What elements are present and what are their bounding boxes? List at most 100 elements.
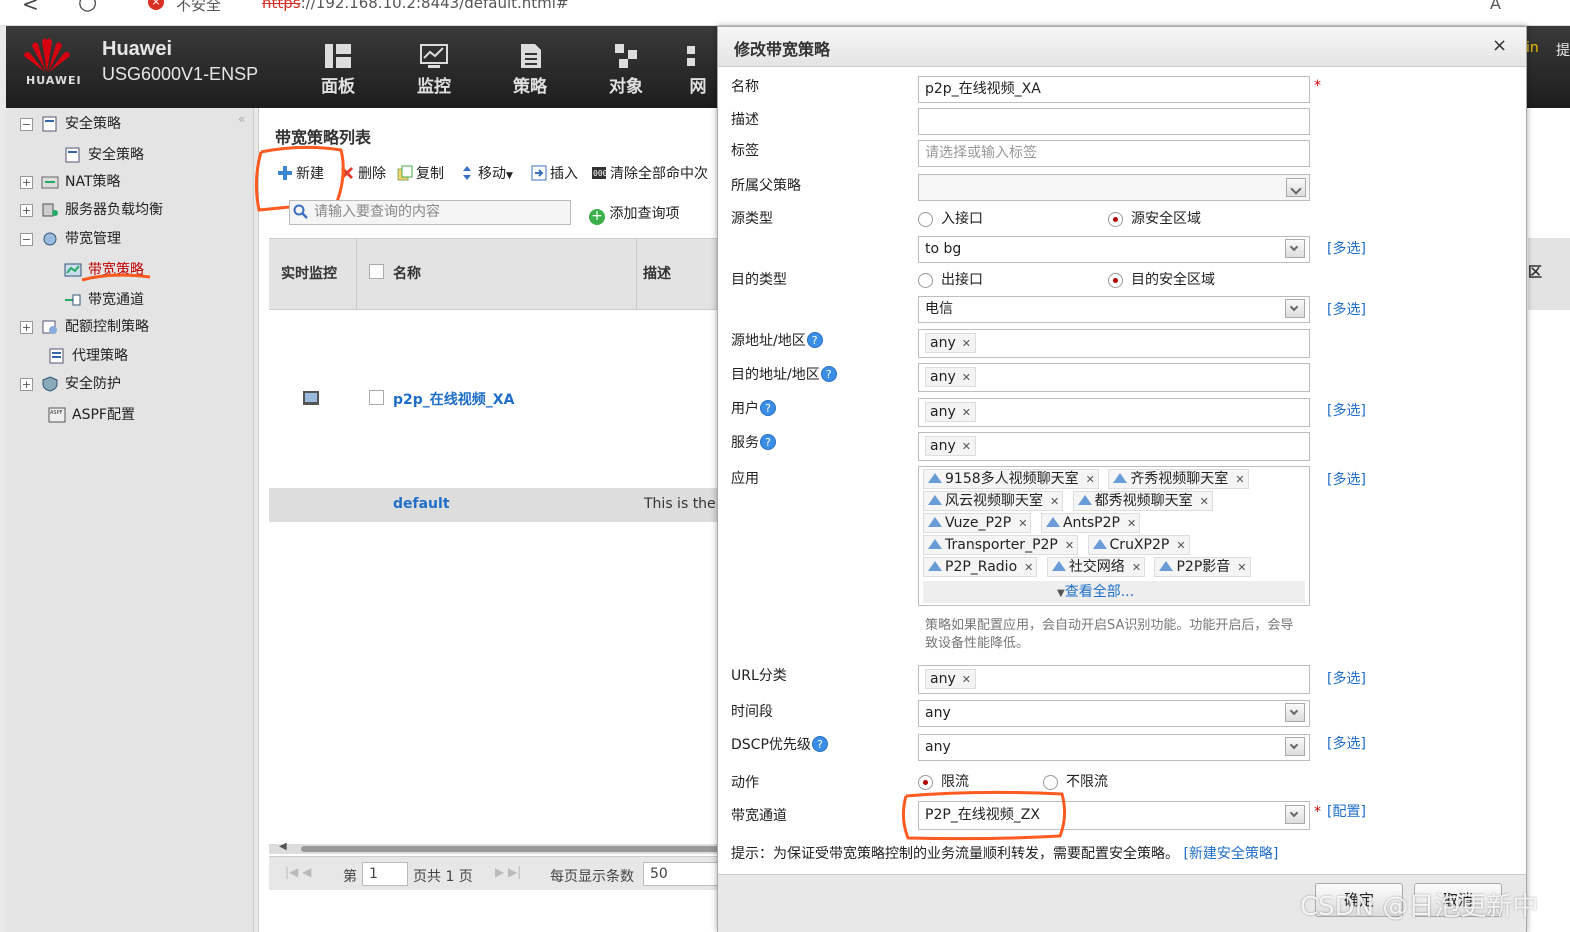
insert-button[interactable]: 插入 <box>531 163 578 185</box>
table-row[interactable]: default This is the <box>269 488 729 522</box>
nav-dashboard[interactable]: 面板 <box>302 42 374 97</box>
remove-icon[interactable]: ✕ <box>962 406 971 419</box>
remove-icon[interactable]: ✕ <box>1024 561 1033 574</box>
user-fragment[interactable]: in <box>1526 40 1539 56</box>
time-range-select[interactable]: any <box>918 700 1310 727</box>
chevron-down-icon[interactable] <box>1286 178 1306 197</box>
clear-hits-button[interactable]: 000 清除全部命中次 <box>591 163 719 185</box>
radio-icon[interactable] <box>918 211 933 227</box>
next-page-icon[interactable]: ▶ ▶| <box>495 865 521 879</box>
bandwidth-channel-select[interactable]: P2P_在线视频_ZX <box>918 801 1310 830</box>
radio-selected-icon[interactable] <box>918 774 933 790</box>
row-checkbox[interactable] <box>369 390 384 405</box>
sidebar-item-aspf[interactable]: ASPF ASPF配置 <box>48 403 135 427</box>
sidebar-item-security-policy[interactable]: − 安全策略 <box>20 112 121 136</box>
search-input[interactable]: 请输入要查询的内容 <box>289 200 571 225</box>
dst-addr-field[interactable]: any ✕ <box>918 363 1310 392</box>
config-link[interactable]: [配置] <box>1327 801 1366 821</box>
radio-no-limit[interactable]: 不限流 <box>1043 771 1108 791</box>
user-field[interactable]: any ✕ <box>918 398 1310 427</box>
nav-network[interactable]: 网 <box>678 42 718 97</box>
expand-toggle-icon[interactable]: + <box>20 175 33 189</box>
url-category-field[interactable]: any ✕ <box>918 665 1310 694</box>
service-field[interactable]: any ✕ <box>918 432 1310 461</box>
policy-name-link[interactable]: p2p_在线视频_XA <box>393 389 514 409</box>
sidebar-item-bandwidth-mgmt[interactable]: − 带宽管理 <box>20 227 121 251</box>
multi-select-link[interactable]: [多选] <box>1327 238 1366 258</box>
multi-select-link[interactable]: [多选] <box>1327 299 1366 319</box>
nav-monitor[interactable]: 监控 <box>398 42 470 97</box>
close-icon[interactable]: × <box>1492 35 1507 56</box>
radio-src-interface[interactable]: 入接口 <box>918 208 983 228</box>
radio-selected-icon[interactable] <box>1108 272 1123 288</box>
dialog-titlebar[interactable]: 修改带宽策略 × <box>718 27 1526 67</box>
expand-toggle-icon[interactable]: + <box>20 377 33 391</box>
app-field[interactable]: 9158多人视频聊天室 ✕ 齐秀视频聊天室 ✕ 风云视频聊天室 ✕ 都秀视频聊天室 ✕ … <box>918 466 1310 606</box>
radio-icon[interactable] <box>1043 774 1058 790</box>
chevron-down-icon[interactable] <box>1285 299 1305 318</box>
remove-icon[interactable]: ✕ <box>1127 517 1136 530</box>
sidebar-item-nat-policy[interactable]: + NAT策略 <box>20 170 121 194</box>
per-page-select[interactable]: 50 <box>643 862 723 886</box>
column-header-desc[interactable]: 描述 <box>643 263 671 283</box>
help-icon[interactable]: ? <box>760 400 776 416</box>
copy-button[interactable]: 复制 <box>397 163 444 185</box>
radio-rate-limit[interactable]: 限流 <box>918 771 969 791</box>
radio-dst-interface[interactable]: 出接口 <box>918 269 983 289</box>
remove-icon[interactable]: ✕ <box>1018 517 1027 530</box>
sidebar-item-bandwidth-policy[interactable]: 带宽策略 <box>64 258 144 282</box>
radio-selected-icon[interactable] <box>1108 211 1123 227</box>
warning-icon[interactable]: × <box>148 0 164 10</box>
remove-icon[interactable]: ✕ <box>962 371 971 384</box>
horizontal-scrollbar[interactable]: ◀ <box>269 841 729 854</box>
src-addr-field[interactable]: any ✕ <box>918 329 1310 358</box>
column-header-name[interactable]: 名称 <box>393 263 421 283</box>
sidebar-item-bandwidth-channel[interactable]: 带宽通道 <box>64 288 144 312</box>
first-page-icon[interactable]: |◀ ◀ <box>285 865 311 879</box>
multi-select-link[interactable]: [多选] <box>1327 733 1366 753</box>
collapse-toggle-icon[interactable]: − <box>20 117 33 131</box>
move-button[interactable]: 移动▼ <box>459 163 513 185</box>
help-icon[interactable]: ? <box>760 434 776 450</box>
remove-icon[interactable]: ✕ <box>1176 539 1185 552</box>
reader-icon[interactable]: A <box>1490 0 1501 13</box>
sidebar-item-quota-policy[interactable]: + 配额控制策略 <box>20 315 149 339</box>
radio-dst-zone[interactable]: 目的安全区域 <box>1108 269 1215 289</box>
src-zone-select[interactable]: to bg <box>918 236 1310 263</box>
nav-policy[interactable]: 策略 <box>494 42 566 97</box>
column-header-monitor[interactable]: 实时监控 <box>281 263 337 283</box>
help-icon[interactable]: ? <box>820 366 837 382</box>
radio-icon[interactable] <box>918 272 933 288</box>
sidebar-item-server-lb[interactable]: + 服务器负载均衡 <box>20 198 163 222</box>
expand-toggle-icon[interactable]: + <box>20 320 33 334</box>
select-all-checkbox[interactable] <box>369 264 384 279</box>
multi-select-link[interactable]: [多选] <box>1327 668 1366 688</box>
remove-icon[interactable]: ✕ <box>962 440 971 453</box>
remove-icon[interactable]: ✕ <box>1132 561 1141 574</box>
back-arrow-icon[interactable]: < <box>22 0 39 16</box>
delete-button[interactable]: 删除 <box>339 163 386 185</box>
remove-icon[interactable]: ✕ <box>1235 473 1244 486</box>
policy-name-link[interactable]: default <box>393 496 450 512</box>
url-text[interactable]: https://192.168.10.2:8443/default.html# <box>262 0 569 12</box>
table-row[interactable]: p2p_在线视频_XA <box>269 310 729 488</box>
chevron-down-icon[interactable] <box>1285 703 1305 722</box>
monitor-chart-icon[interactable] <box>303 390 319 406</box>
sidebar-item-proxy-policy[interactable]: 代理策略 <box>48 344 128 368</box>
multi-select-link[interactable]: [多选] <box>1327 469 1366 489</box>
chevron-down-icon[interactable] <box>1285 805 1305 824</box>
radio-src-zone[interactable]: 源安全区域 <box>1108 208 1201 228</box>
name-field[interactable]: p2p_在线视频_XA <box>918 76 1310 103</box>
remove-icon[interactable]: ✕ <box>1065 539 1074 552</box>
remove-icon[interactable]: ✕ <box>1086 473 1095 486</box>
sidebar-item-security-protect[interactable]: + 安全防护 <box>20 372 121 396</box>
dscp-select[interactable]: any <box>918 734 1310 761</box>
tag-input[interactable]: 请选择或输入标签 <box>918 140 1310 167</box>
remove-icon[interactable]: ✕ <box>962 337 971 350</box>
header-fragment[interactable]: 提 <box>1556 40 1570 60</box>
remove-icon[interactable]: ✕ <box>1200 495 1209 508</box>
add-query-button[interactable]: + 添加查询项 <box>589 203 679 225</box>
expand-toggle-icon[interactable]: + <box>20 203 33 217</box>
help-icon[interactable]: ? <box>806 332 823 348</box>
multi-select-link[interactable]: [多选] <box>1327 400 1366 420</box>
